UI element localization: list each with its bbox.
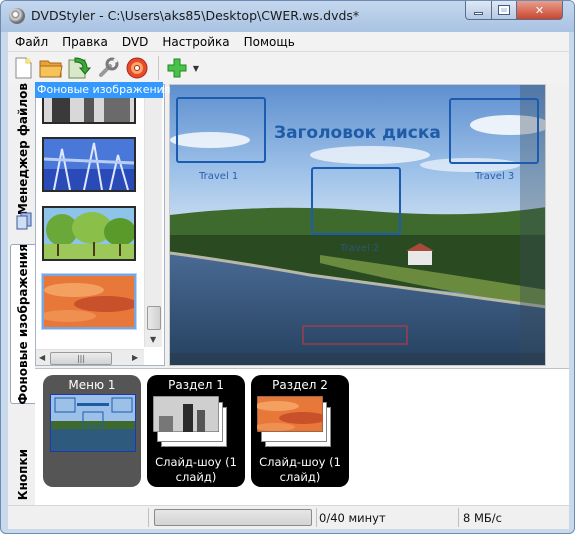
menu-dvd[interactable]: DVD bbox=[115, 35, 155, 49]
menu-file[interactable]: Файл bbox=[8, 35, 55, 49]
save-icon bbox=[68, 57, 91, 79]
maximize-icon bbox=[498, 5, 510, 15]
titleset-chapter-1-preview bbox=[153, 396, 219, 432]
close-button[interactable]: ✕ bbox=[516, 1, 563, 20]
menu-button-travel-1-label[interactable]: Travel 1 bbox=[199, 171, 238, 182]
scroll-down-icon[interactable]: ▼ bbox=[150, 335, 156, 344]
tab-file-manager[interactable]: Менеджер файлов bbox=[10, 83, 35, 215]
menu-bar: Файл Правка DVD Настройка Помощь bbox=[8, 32, 569, 52]
toolbar-tooltip: Фоновые изображения bbox=[35, 82, 171, 98]
titleset-menu-1-label: Меню 1 bbox=[68, 378, 116, 392]
new-document-icon bbox=[15, 57, 32, 79]
toolbar: ▼ bbox=[8, 52, 569, 84]
status-bitrate: 8 МБ/с bbox=[463, 511, 502, 525]
thumbnail-green-park[interactable] bbox=[42, 206, 136, 261]
titleset-menu-1-preview bbox=[50, 394, 136, 452]
status-duration: 0/40 минут bbox=[319, 511, 386, 525]
menu-button-travel-2-label[interactable]: Travel 2 bbox=[340, 243, 379, 254]
chevron-down-icon: ▼ bbox=[192, 63, 200, 73]
titleset-chapter-1-subtitle: Слайд-шоу (1 слайд) bbox=[155, 455, 237, 484]
titleset-menu-1[interactable]: Меню 1 bbox=[43, 375, 141, 487]
settings-wrench-icon bbox=[99, 57, 119, 77]
tab-file-manager-label: Менеджер файлов bbox=[15, 82, 30, 216]
titleset-chapter-1-label: Раздел 1 bbox=[168, 378, 224, 392]
minimize-button[interactable] bbox=[465, 1, 492, 20]
settings-button[interactable] bbox=[96, 56, 120, 80]
tab-backgrounds[interactable]: Фоновые изображения bbox=[10, 244, 35, 404]
open-button[interactable] bbox=[39, 56, 63, 80]
tab-buttons-label: Кнопки bbox=[15, 448, 30, 501]
new-button[interactable] bbox=[11, 56, 35, 80]
menu-editor-canvas[interactable]: Заголовок диска Travel 1 Travel 2 Travel… bbox=[169, 84, 546, 366]
menu-edit[interactable]: Правка bbox=[55, 35, 115, 49]
pages-icon bbox=[16, 212, 32, 230]
disc-title-text[interactable]: Заголовок диска bbox=[274, 123, 441, 143]
title-bar[interactable]: DVDStyler - C:\Users\aks85\Desktop\CWER.… bbox=[1, 1, 574, 32]
titleset-chapter-2-label: Раздел 2 bbox=[272, 378, 328, 392]
thumbnail-blue-winter-trees[interactable] bbox=[42, 137, 136, 192]
toolbar-separator bbox=[158, 56, 159, 80]
add-icon bbox=[167, 58, 187, 78]
burn-disc-icon bbox=[126, 57, 148, 79]
thumbnail-sunset-clouds[interactable] bbox=[42, 274, 136, 329]
window-title: DVDStyler - C:\Users\aks85\Desktop\CWER.… bbox=[31, 8, 360, 23]
thumbnails-vertical-scrollbar[interactable]: ▲ ▼ bbox=[144, 85, 162, 347]
minimize-icon bbox=[474, 11, 483, 15]
menu-button-travel-3-label[interactable]: Travel 3 bbox=[475, 171, 514, 182]
scroll-right-icon[interactable]: ▶ bbox=[132, 353, 138, 362]
menu-button-travel-2[interactable] bbox=[311, 167, 401, 235]
open-folder-icon bbox=[39, 60, 63, 78]
canvas-side-panel bbox=[546, 84, 569, 366]
app-window: DVDStyler - C:\Users\aks85\Desktop\CWER.… bbox=[0, 0, 575, 534]
horizontal-scroll-thumb[interactable]: ||| bbox=[50, 352, 112, 365]
titleset-chapter-2-preview bbox=[257, 396, 323, 432]
add-button[interactable] bbox=[165, 56, 189, 80]
background-thumbnails-panel: ▲ ▼ ◀ ||| ▶ bbox=[35, 84, 165, 366]
menu-help[interactable]: Помощь bbox=[237, 35, 302, 49]
dvdstyler-app-icon[interactable] bbox=[9, 8, 25, 24]
tab-backgrounds-label: Фоновые изображения bbox=[16, 243, 30, 405]
main-area: Менеджер файлов Фоновые изображения Кноп… bbox=[8, 83, 569, 505]
vertical-scroll-thumb[interactable] bbox=[147, 306, 161, 330]
maximize-button[interactable] bbox=[491, 1, 517, 20]
titleset-pane: Меню 1 Раздел 1 Слайд-шоу (1 слайд) Разд… bbox=[35, 368, 569, 505]
save-button[interactable] bbox=[67, 56, 91, 80]
menu-settings[interactable]: Настройка bbox=[155, 35, 236, 49]
menu-button-travel-3[interactable] bbox=[449, 98, 539, 164]
tab-buttons[interactable]: Кнопки bbox=[10, 444, 35, 505]
disc-usage-progress-bar bbox=[154, 509, 312, 526]
titleset-chapter-1[interactable]: Раздел 1 Слайд-шоу (1 слайд) bbox=[147, 375, 245, 487]
titleset-chapter-2-subtitle: Слайд-шоу (1 слайд) bbox=[259, 455, 341, 484]
titleset-chapter-2[interactable]: Раздел 2 Слайд-шоу (1 слайд) bbox=[251, 375, 349, 487]
scroll-left-icon[interactable]: ◀ bbox=[39, 353, 45, 362]
add-dropdown-button[interactable]: ▼ bbox=[189, 56, 203, 80]
close-icon: ✕ bbox=[534, 3, 545, 17]
burn-button[interactable] bbox=[125, 56, 149, 80]
status-bar: 0/40 минут 8 МБ/с bbox=[8, 505, 569, 529]
thumbnails-horizontal-scrollbar[interactable]: ◀ ||| ▶ bbox=[36, 349, 144, 365]
menu-button-travel-1[interactable] bbox=[176, 97, 266, 163]
